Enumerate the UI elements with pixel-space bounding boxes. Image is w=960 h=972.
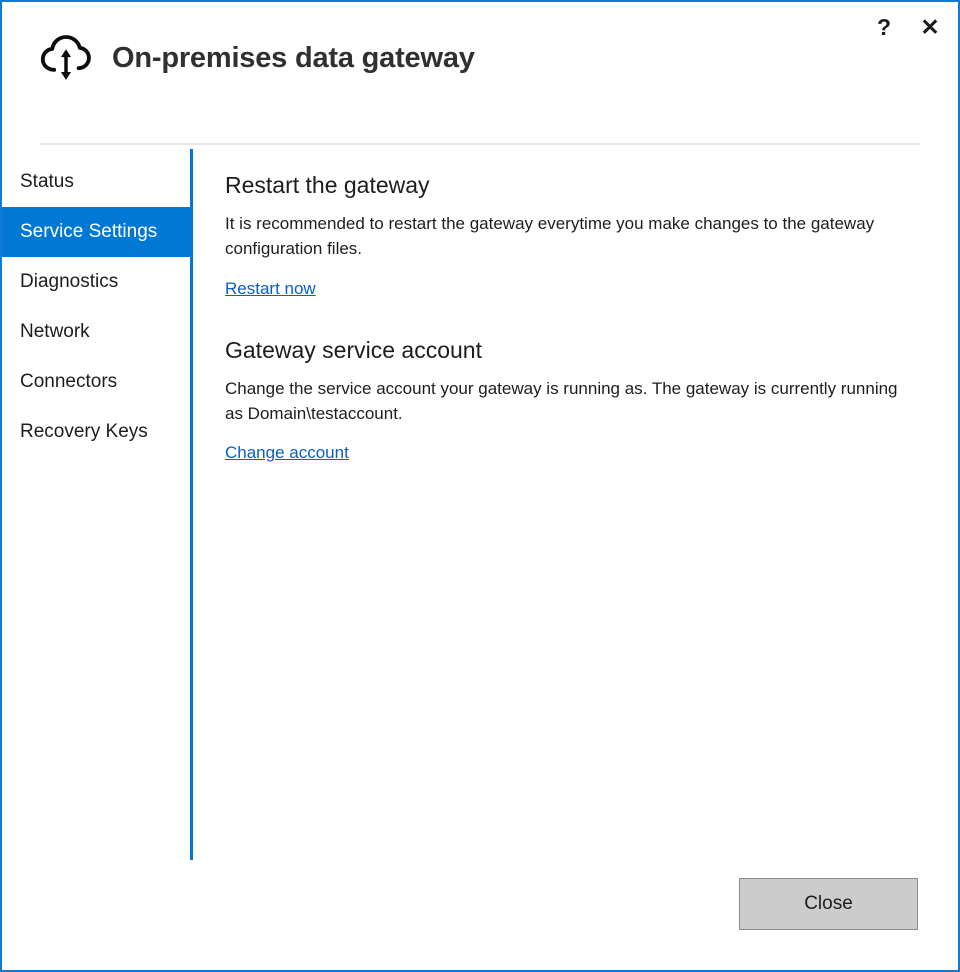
title-bar: On-premises data gateway ? ✕ [2, 2, 958, 132]
sidebar-item-label: Network [20, 321, 90, 342]
cloud-updown-arrow-icon [40, 35, 91, 80]
sidebar-item-label: Recovery Keys [20, 421, 148, 442]
sidebar-item-label: Status [20, 171, 74, 192]
section-description: Change the service account your gateway … [225, 379, 898, 423]
sidebar-item-network[interactable]: Network [2, 307, 190, 357]
sidebar-item-recovery-keys[interactable]: Recovery Keys [2, 407, 190, 457]
close-button[interactable]: Close [739, 878, 918, 930]
sidebar-nav: Status Service Settings Diagnostics Netw… [2, 157, 190, 457]
close-icon[interactable]: ✕ [912, 10, 948, 44]
sidebar-item-label: Service Settings [20, 221, 158, 242]
section-heading: Restart the gateway [225, 172, 430, 198]
section-heading: Gateway service account [225, 336, 482, 363]
section-restart-gateway: Restart the gateway It is recommended to… [225, 172, 925, 299]
sidebar-item-diagnostics[interactable]: Diagnostics [2, 257, 190, 307]
sidebar-item-label: Connectors [20, 371, 118, 392]
restart-now-link[interactable]: Restart now [225, 279, 316, 299]
sidebar-item-status[interactable]: Status [2, 157, 190, 207]
sidebar-item-connectors[interactable]: Connectors [2, 357, 190, 407]
section-description: It is recommended to restart the gateway… [225, 214, 875, 259]
sidebar-item-label: Diagnostics [20, 271, 119, 292]
gateway-configurator-window: On-premises data gateway ? ✕ Status Serv… [0, 0, 960, 972]
main-content: Restart the gateway It is recommended to… [225, 172, 925, 463]
page-title: On-premises data gateway [112, 41, 475, 74]
section-gateway-service-account: Gateway service account Change the servi… [225, 337, 925, 464]
help-icon[interactable]: ? [866, 10, 902, 44]
app-branding: On-premises data gateway [38, 30, 475, 86]
sidebar-divider [190, 149, 193, 860]
change-account-link[interactable]: Change account [225, 443, 349, 463]
header-divider [40, 143, 920, 145]
sidebar-item-service-settings[interactable]: Service Settings [2, 207, 190, 257]
